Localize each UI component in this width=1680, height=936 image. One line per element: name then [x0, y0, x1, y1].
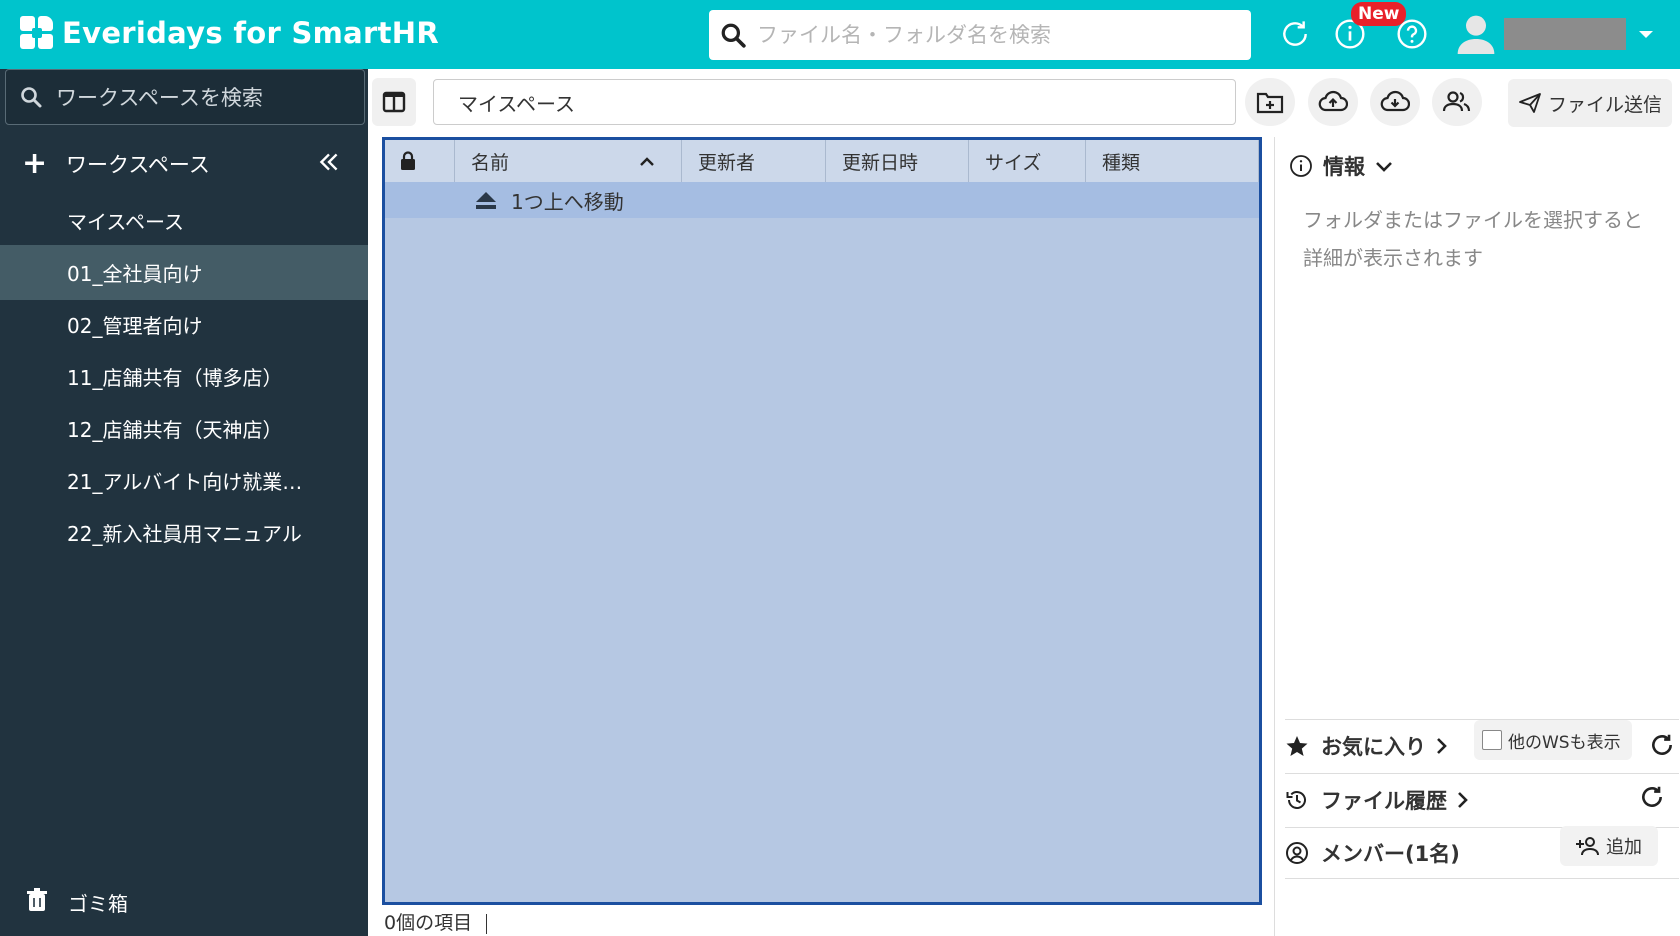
- user-name-redacted: [1504, 18, 1626, 50]
- sidebar-item-label: 21_アルバイト向け就業…: [67, 470, 303, 494]
- sidebar-item-new-employee-manual[interactable]: 22_新入社員用マニュアル: [0, 505, 368, 560]
- workspace-sidebar: ワークスペースを検索 + ワークスペース マイスペース 01_全社員向け 02_…: [0, 69, 368, 936]
- send-file-label: ファイル送信: [1547, 93, 1662, 116]
- sidebar-item-label: マイスペース: [67, 210, 184, 234]
- file-history-section: ファイル履歴: [1285, 773, 1679, 825]
- new-folder-button[interactable]: [1245, 78, 1295, 126]
- collapse-sidebar-icon[interactable]: [316, 149, 342, 179]
- upload-button[interactable]: [1308, 78, 1358, 126]
- avatar-icon: [1457, 15, 1495, 54]
- column-header-updater[interactable]: 更新者: [682, 140, 826, 182]
- add-member-button[interactable]: 追加: [1560, 826, 1658, 866]
- toggle-panel-button[interactable]: [372, 78, 416, 126]
- eject-up-icon: [476, 192, 496, 209]
- new-folder-icon: [1256, 92, 1284, 114]
- go-up-row[interactable]: 1つ上へ移動: [385, 182, 1259, 218]
- download-button[interactable]: [1370, 78, 1420, 126]
- people-icon: [1442, 91, 1471, 112]
- file-search-input[interactable]: [757, 23, 1227, 47]
- add-workspace-icon[interactable]: +: [22, 149, 48, 179]
- send-file-button[interactable]: ファイル送信: [1508, 79, 1672, 127]
- caret-down-icon: [1639, 31, 1653, 38]
- paper-plane-icon: [1519, 93, 1541, 113]
- item-count-status: 0個の項目: [384, 908, 488, 935]
- main-toolbar: マイスペース ファイル送信: [368, 69, 1680, 137]
- sidebar-item-label: 01_全社員向け: [67, 262, 203, 286]
- file-list-header: 名前 更新者 更新日時 サイズ 種類: [385, 140, 1259, 182]
- workspace-search-placeholder: ワークスペースを検索: [56, 86, 263, 110]
- logo-icon: [20, 16, 54, 50]
- file-search-bar[interactable]: [709, 10, 1251, 60]
- help-icon[interactable]: [1392, 14, 1432, 54]
- search-icon: [709, 22, 757, 48]
- info-title: 情報: [1323, 155, 1365, 179]
- chevron-down-icon: [1376, 162, 1392, 172]
- info-empty-message: フォルダまたはファイルを選択すると 詳細が表示されます: [1303, 201, 1663, 277]
- current-path: マイスペース: [433, 79, 1236, 125]
- sidebar-item-hakata-store[interactable]: 11_店舗共有（博多店）: [0, 349, 368, 404]
- path-label: マイスペース: [458, 91, 575, 116]
- workspace-header: + ワークスペース: [0, 139, 368, 189]
- column-updated-label: 更新日時: [842, 151, 919, 174]
- sidebar-item-part-time[interactable]: 21_アルバイト向け就業…: [0, 453, 368, 508]
- favorites-label[interactable]: お気に入り: [1321, 731, 1426, 761]
- workspace-search[interactable]: ワークスペースを検索: [5, 69, 365, 125]
- app-title: Everidays for SmartHR: [62, 16, 439, 50]
- item-count-label: 0個の項目: [384, 912, 473, 934]
- column-updater-label: 更新者: [698, 151, 756, 174]
- workspace-label: ワークスペース: [66, 153, 210, 177]
- sidebar-item-label: 22_新入社員用マニュアル: [67, 522, 302, 546]
- column-header-updated-at[interactable]: 更新日時: [826, 140, 969, 182]
- user-circle-icon: [1286, 842, 1308, 864]
- chevron-right-icon[interactable]: [1434, 737, 1448, 755]
- refresh-history-icon[interactable]: [1639, 784, 1665, 810]
- sidebar-item-label: 02_管理者向け: [67, 314, 203, 338]
- info-icon: [1290, 155, 1312, 177]
- info-message-line: フォルダまたはファイルを選択すると: [1303, 208, 1643, 232]
- chevron-right-icon[interactable]: [1455, 791, 1469, 809]
- show-other-ws-label: 他のWSも表示: [1508, 732, 1621, 753]
- lock-column[interactable]: [385, 140, 455, 182]
- sort-ascending-icon: [640, 157, 654, 166]
- file-history-label[interactable]: ファイル履歴: [1321, 785, 1447, 815]
- refresh-favorites-icon[interactable]: [1649, 732, 1675, 758]
- sidebar-item-all-employees[interactable]: 01_全社員向け: [0, 245, 368, 300]
- add-member-label: 追加: [1606, 837, 1642, 858]
- column-header-type[interactable]: 種類: [1086, 140, 1259, 182]
- sidebar-item-tenjin-store[interactable]: 12_店舗共有（天神店）: [0, 401, 368, 456]
- add-person-icon: [1576, 837, 1599, 856]
- sidebar-item-label: 12_店舗共有（天神店）: [67, 418, 283, 442]
- file-list-panel[interactable]: 名前 更新者 更新日時 サイズ 種類 1つ上へ移動: [382, 137, 1262, 905]
- show-other-ws-checkbox[interactable]: [1482, 730, 1502, 750]
- info-header[interactable]: 情報: [1289, 151, 1393, 181]
- go-up-label: 1つ上へ移動: [511, 189, 624, 214]
- star-icon: [1286, 735, 1308, 756]
- app-logo[interactable]: Everidays for SmartHR: [20, 16, 439, 50]
- trash-label: ゴミ箱: [68, 891, 128, 916]
- show-other-ws-toggle[interactable]: 他のWSも表示: [1474, 720, 1632, 760]
- user-menu[interactable]: [1456, 12, 1656, 56]
- column-type-label: 種類: [1102, 151, 1141, 174]
- history-icon: [1286, 790, 1306, 809]
- top-bar: Everidays for SmartHR New: [0, 0, 1680, 69]
- sidebar-item-managers[interactable]: 02_管理者向け: [0, 297, 368, 352]
- cloud-download-icon: [1380, 90, 1410, 112]
- search-icon: [6, 85, 56, 109]
- split-panel-icon: [382, 91, 406, 113]
- column-name-label: 名前: [471, 151, 510, 174]
- column-size-label: サイズ: [985, 151, 1042, 174]
- lock-icon: [401, 151, 415, 170]
- cloud-upload-icon: [1318, 90, 1348, 112]
- share-members-button[interactable]: [1432, 78, 1482, 126]
- sidebar-item-label: 11_店舗共有（博多店）: [67, 366, 283, 390]
- trash-icon: [26, 887, 52, 917]
- column-header-name[interactable]: 名前: [455, 140, 682, 182]
- info-message-line: 詳細が表示されます: [1303, 246, 1483, 270]
- info-panel: 情報 フォルダまたはファイルを選択すると 詳細が表示されます お気に入り ファイ…: [1274, 137, 1680, 936]
- sidebar-item-myspace[interactable]: マイスペース: [0, 193, 368, 248]
- refresh-icon[interactable]: [1275, 14, 1315, 54]
- members-label[interactable]: メンバー(1名): [1321, 838, 1460, 868]
- trash-item[interactable]: ゴミ箱: [0, 877, 368, 927]
- column-header-size[interactable]: サイズ: [969, 140, 1086, 182]
